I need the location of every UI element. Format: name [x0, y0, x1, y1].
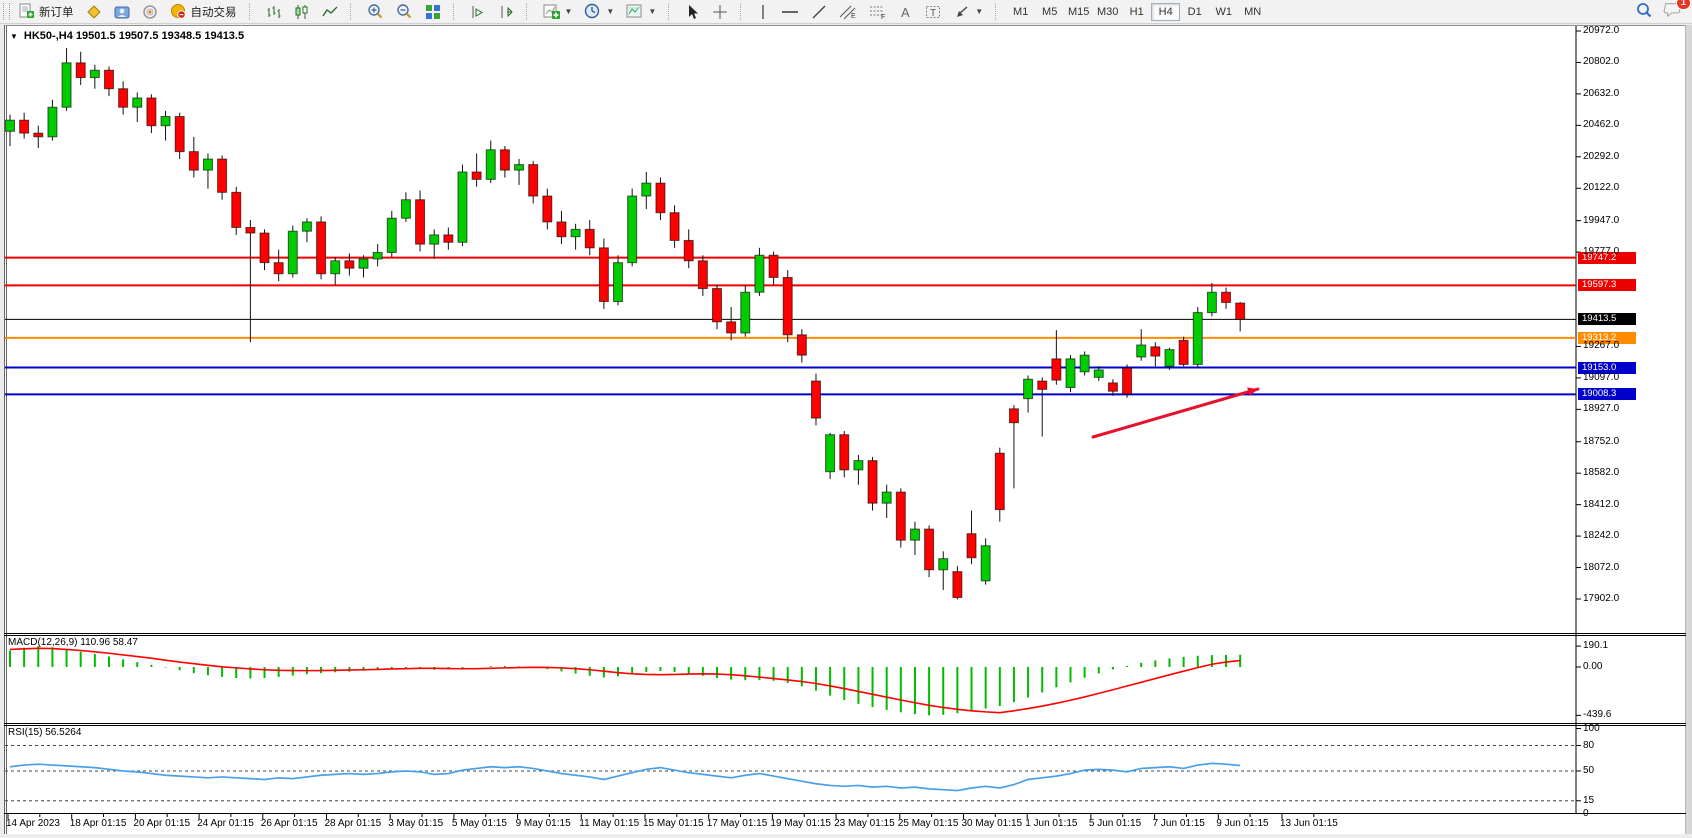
toolbar-separator — [668, 3, 675, 20]
bar-chart-icon — [266, 4, 282, 20]
chevron-down-icon: ▼ — [565, 7, 573, 16]
market-watch-icon — [86, 4, 102, 20]
right-scrollbar-strip[interactable] — [1685, 25, 1692, 838]
candlestick-chart-button[interactable] — [289, 0, 315, 23]
zoom-in-button[interactable] — [362, 0, 389, 23]
autotrade-label: 自动交易 — [191, 4, 237, 20]
zoom-out-button[interactable] — [391, 0, 418, 23]
arrows-button[interactable]: ▼ — [949, 0, 988, 23]
toolbar-separator — [453, 3, 460, 20]
indicators-button[interactable]: ▼ — [538, 0, 578, 23]
toolbar-separator — [249, 3, 256, 20]
trendline-icon — [811, 4, 827, 20]
timeframe-button-m5[interactable]: M5 — [1035, 3, 1064, 21]
line-chart-icon — [322, 4, 338, 20]
cursor-icon — [685, 4, 700, 20]
svg-text:F: F — [881, 14, 885, 20]
timeframe-group: M1M5M15M30H1H4D1W1MN — [1006, 3, 1267, 21]
svg-text:E: E — [851, 13, 856, 20]
arrows-icon — [954, 4, 970, 20]
horizontal-line-icon — [781, 4, 799, 20]
periods-icon — [584, 3, 601, 20]
candlestick-chart-icon — [294, 4, 310, 20]
chevron-down-icon: ▼ — [975, 7, 983, 16]
vertical-line-button[interactable] — [752, 0, 774, 23]
search-icon[interactable] — [1635, 1, 1653, 22]
line-chart-button[interactable] — [317, 0, 343, 23]
chart-shift-icon — [498, 4, 514, 20]
main-toolbar: 新订单 自动交易 ▼ ▼ — [0, 0, 1692, 24]
new-order-icon — [18, 3, 35, 20]
timeframe-button-m15[interactable]: M15 — [1064, 3, 1093, 21]
text-button[interactable]: A — [894, 0, 918, 23]
toolbar-separator — [740, 3, 747, 20]
horizontal-line-button[interactable] — [776, 0, 804, 23]
crosshair-icon — [712, 4, 728, 20]
chart-canvas[interactable] — [4, 25, 1690, 836]
timeframe-button-h1[interactable]: H1 — [1122, 3, 1151, 21]
timeframe-button-d1[interactable]: D1 — [1180, 3, 1209, 21]
auto-scroll-button[interactable] — [465, 0, 491, 23]
chevron-down-icon: ▼ — [606, 7, 614, 16]
timeframe-button-w1[interactable]: W1 — [1209, 3, 1238, 21]
fibonacci-button[interactable]: F — [864, 0, 892, 23]
timeframe-button-m1[interactable]: M1 — [1006, 3, 1035, 21]
timeframe-button-mn[interactable]: MN — [1238, 3, 1267, 21]
tile-windows-icon — [425, 4, 441, 20]
zoom-in-icon — [367, 3, 384, 20]
toolbar-separator — [526, 3, 533, 20]
templates-button[interactable]: ▼ — [621, 0, 661, 23]
text-label-button[interactable]: T — [920, 0, 947, 23]
vertical-line-icon — [757, 4, 769, 20]
toolbar-grip[interactable] — [3, 3, 10, 20]
periods-button[interactable]: ▼ — [579, 0, 619, 23]
chart-shift-button[interactable] — [493, 0, 519, 23]
channel-button[interactable]: E — [834, 0, 862, 23]
autotrade-button[interactable]: 自动交易 — [165, 0, 242, 23]
toolbar-separator — [995, 3, 1002, 20]
crosshair-button[interactable] — [707, 0, 733, 23]
auto-scroll-icon — [470, 4, 486, 20]
zoom-out-icon — [396, 3, 413, 20]
bar-chart-button[interactable] — [261, 0, 287, 23]
autotrade-icon — [170, 3, 187, 20]
chevron-down-icon: ▼ — [648, 7, 656, 16]
timeframe-button-m30[interactable]: M30 — [1093, 3, 1122, 21]
timeframe-button-h4[interactable]: H4 — [1151, 3, 1180, 21]
tile-windows-button[interactable] — [420, 0, 446, 23]
indicators-icon — [543, 3, 560, 20]
chat-button[interactable]: 1 — [1663, 1, 1682, 22]
signals-icon — [142, 4, 158, 20]
terminal-button[interactable] — [109, 0, 135, 23]
bottom-strip — [0, 834, 1692, 838]
toolbar-separator — [350, 3, 357, 20]
chat-badge: 1 — [1676, 0, 1691, 10]
text-icon: A — [899, 4, 913, 20]
text-label-icon: T — [925, 4, 942, 20]
signals-button[interactable] — [137, 0, 163, 23]
fibonacci-icon: F — [869, 4, 887, 20]
terminal-icon — [114, 4, 130, 20]
cursor-button[interactable] — [680, 0, 705, 23]
channel-icon: E — [839, 4, 857, 20]
trendline-button[interactable] — [806, 0, 832, 23]
market-watch-button[interactable] — [81, 0, 107, 23]
svg-text:T: T — [930, 8, 936, 19]
new-order-label: 新订单 — [39, 4, 74, 20]
new-order-button[interactable]: 新订单 — [13, 0, 79, 23]
templates-icon — [626, 3, 643, 20]
svg-text:A: A — [901, 5, 910, 20]
